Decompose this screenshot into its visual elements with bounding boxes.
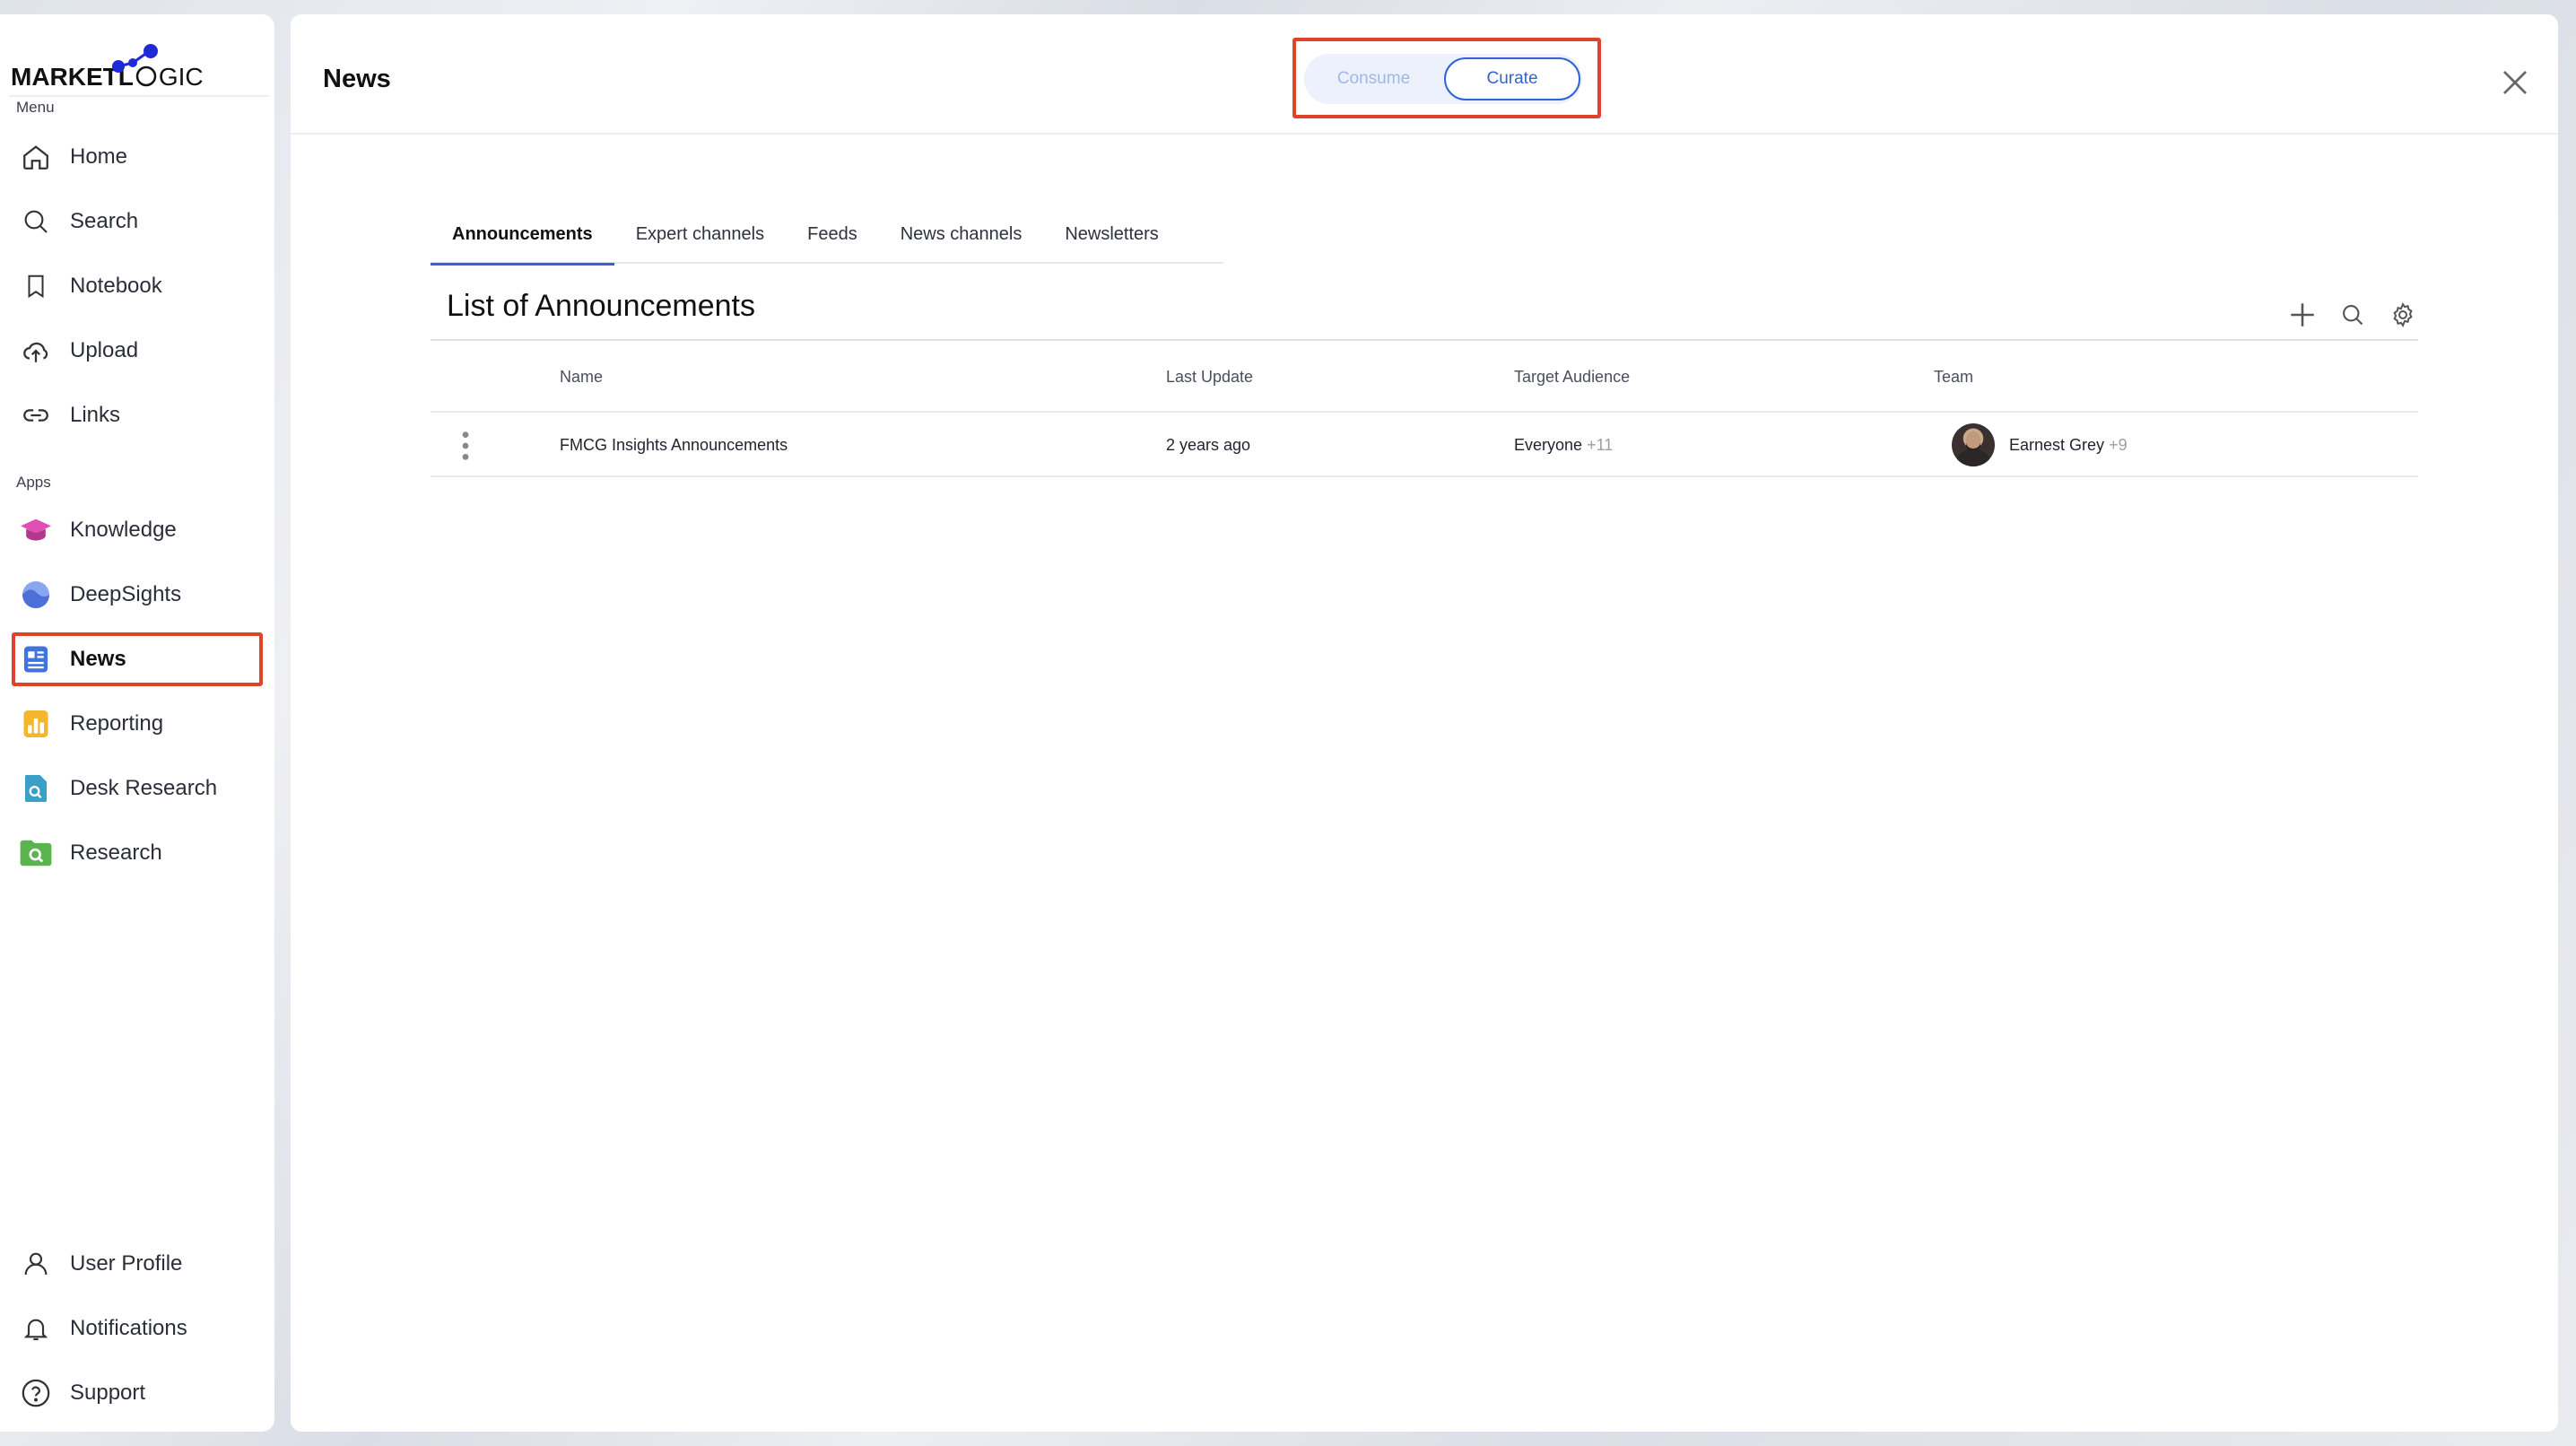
marketlogic-logo[interactable]: MARKETL GIC (9, 43, 269, 97)
sidebar-item-label: DeepSights (70, 582, 182, 606)
sidebar-item-research[interactable]: Research (13, 827, 262, 879)
sidebar-item-label: News (70, 647, 126, 671)
reporting-chart-icon (18, 706, 54, 742)
sidebar-item-label: User Profile (70, 1251, 183, 1276)
bell-icon (18, 1311, 54, 1346)
sidebar-item-label: Upload (70, 338, 139, 362)
sidebar-item-label: Reporting (70, 711, 164, 736)
row-last-update: 2 years ago (1166, 436, 1251, 454)
search-icon[interactable] (2337, 300, 2368, 330)
sidebar-item-deepsights[interactable]: DeepSights (13, 569, 262, 621)
curate-option[interactable]: Curate (1444, 57, 1580, 100)
search-icon (18, 204, 54, 240)
sidebar-item-news[interactable]: News (13, 633, 262, 685)
deepsights-icon (18, 577, 54, 613)
sidebar-item-label: Home (70, 144, 128, 169)
logo-molecule-icon (112, 44, 158, 73)
more-options-icon[interactable] (461, 431, 470, 461)
desk-research-icon (18, 771, 54, 806)
sidebar-item-search[interactable]: Search (13, 196, 262, 248)
sidebar-item-label: Support (70, 1381, 146, 1405)
sidebar-item-support[interactable]: Support (13, 1367, 262, 1419)
sidebar-item-label: Knowledge (70, 518, 177, 542)
column-header-target-audience[interactable]: Target Audience (1514, 368, 1630, 387)
sidebar-item-label: Notebook (70, 274, 162, 298)
add-icon[interactable] (2287, 300, 2318, 330)
column-header-last-update[interactable]: Last Update (1166, 368, 1253, 387)
audience-extra-count: +11 (1587, 436, 1614, 454)
audience-value: Everyone (1514, 436, 1583, 454)
bookmark-icon (18, 268, 54, 304)
table-header: Name Last Update Target Audience Team (431, 341, 2418, 413)
column-header-team[interactable]: Team (1934, 368, 1973, 387)
tab-announcements[interactable]: Announcements (431, 210, 614, 266)
tab-news-channels[interactable]: News channels (879, 210, 1044, 264)
team-member-name: Earnest Grey (2009, 436, 2105, 454)
header: News Consume Curate (291, 14, 2558, 135)
menu-section-label: Menu (16, 99, 55, 116)
column-header-name[interactable]: Name (560, 368, 603, 387)
sidebar-item-reporting[interactable]: Reporting (13, 698, 262, 750)
research-folder-icon (18, 835, 54, 871)
sidebar-item-label: Notifications (70, 1316, 187, 1340)
sidebar-item-links[interactable]: Links (13, 389, 262, 441)
close-icon[interactable] (2499, 66, 2531, 99)
page-title: News (323, 65, 391, 93)
link-icon (18, 397, 54, 433)
apps-section-label: Apps (16, 474, 51, 491)
knowledge-cap-icon (18, 512, 54, 548)
user-icon (18, 1246, 54, 1282)
row-audience: Everyone +11 (1514, 436, 1613, 455)
row-team: Earnest Grey +9 (2009, 436, 2128, 455)
sidebar-item-desk-research[interactable]: Desk Research (13, 762, 262, 814)
consume-curate-toggle[interactable]: Consume Curate (1304, 54, 1582, 104)
sidebar-item-label: Search (70, 209, 139, 233)
home-icon (18, 139, 54, 175)
sidebar-item-upload[interactable]: Upload (13, 325, 262, 377)
tab-bar: Announcements Expert channels Feeds News… (431, 210, 1223, 266)
tab-expert-channels[interactable]: Expert channels (614, 210, 786, 264)
consume-option[interactable]: Consume (1304, 54, 1443, 104)
team-extra-count: +9 (2109, 436, 2128, 454)
sidebar: MARKETL GIC Menu Home Search Notebook Upl… (0, 14, 274, 1432)
sidebar-item-notifications[interactable]: Notifications (13, 1302, 262, 1355)
gear-icon[interactable] (2388, 300, 2418, 330)
row-name[interactable]: FMCG Insights Announcements (560, 436, 788, 455)
announcements-table: Name Last Update Target Audience Team FM… (431, 339, 2418, 477)
sidebar-item-label: Research (70, 841, 162, 865)
news-icon (18, 641, 54, 677)
list-title: List of Announcements (447, 289, 756, 323)
main-panel: News Consume Curate Announcements Expert… (291, 14, 2558, 1432)
sidebar-item-knowledge[interactable]: Knowledge (13, 504, 262, 556)
list-toolbar (2287, 300, 2418, 330)
avatar (1952, 423, 1995, 466)
sidebar-item-label: Desk Research (70, 776, 218, 800)
sidebar-item-notebook[interactable]: Notebook (13, 260, 262, 312)
tab-feeds[interactable]: Feeds (786, 210, 879, 264)
tab-newsletters[interactable]: Newsletters (1043, 210, 1179, 264)
help-circle-icon (18, 1375, 54, 1411)
sidebar-item-label: Links (70, 403, 121, 427)
sidebar-item-home[interactable]: Home (13, 131, 262, 183)
upload-cloud-icon (18, 333, 54, 369)
sidebar-item-user-profile[interactable]: User Profile (13, 1238, 262, 1290)
table-row[interactable]: FMCG Insights Announcements 2 years ago … (431, 413, 2418, 477)
